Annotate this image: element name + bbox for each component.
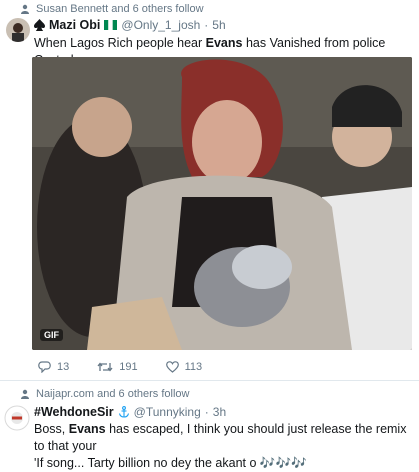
social-context: Naijapr.com and 6 others follow <box>20 388 189 400</box>
text-bold: Evans <box>205 36 243 50</box>
avatar-image <box>6 18 30 42</box>
social-context-text: Naijapr.com and 6 others follow <box>36 388 190 400</box>
nigeria-flag-icon <box>104 20 118 30</box>
person-icon <box>21 4 29 14</box>
tweet-text: Boss, Evans has escaped, I think you sho… <box>34 421 416 472</box>
like-icon <box>165 361 179 373</box>
tweet-text-line: 'If song... Tarty billion no dey the aka… <box>34 455 416 472</box>
retweet-icon <box>97 362 113 372</box>
like-count: 113 <box>184 361 203 373</box>
gif-media[interactable]: GIF <box>32 57 412 350</box>
person-icon <box>21 389 29 399</box>
display-name[interactable]: Mazi Obi <box>49 18 100 32</box>
tweet-divider <box>0 380 419 381</box>
avatar[interactable] <box>6 18 30 42</box>
reply-icon <box>38 361 51 373</box>
tweet-text-line: Boss, Evans has escaped, I think you sho… <box>34 421 416 455</box>
tweet-header: Mazi Obi @Only_1_josh · 5h <box>34 18 226 32</box>
timestamp[interactable]: 5h <box>212 18 225 32</box>
gif-frame-image <box>32 57 412 350</box>
handle[interactable]: @Tunnyking <box>134 405 201 419</box>
retweet-count: 191 <box>119 361 138 373</box>
like-button[interactable]: 113 <box>165 361 203 373</box>
handle[interactable]: @Only_1_josh <box>121 18 200 32</box>
reply-count: 13 <box>57 361 70 373</box>
text-segment: When Lagos Rich people hear <box>34 36 206 50</box>
retweet-button[interactable]: 191 <box>97 361 138 373</box>
social-context: Susan Bennett and 6 others follow <box>20 3 204 15</box>
reply-button[interactable]: 13 <box>38 361 69 373</box>
text-segment: Boss, <box>34 422 69 436</box>
music-notes-icon: 🎶🎶🎶 <box>259 456 307 470</box>
avatar-image <box>4 405 30 431</box>
text-segment: 'If song... Tarty billion no dey the aka… <box>34 456 260 470</box>
separator: · <box>204 18 209 32</box>
timestamp[interactable]: 3h <box>213 405 226 419</box>
tweet-header: #WehdoneSir @Tunnyking · 3h <box>34 405 226 419</box>
avatar[interactable] <box>4 405 30 431</box>
tweet-actions: 13 191 113 <box>38 361 230 373</box>
text-bold: Evans <box>68 422 106 436</box>
spade-icon <box>34 19 45 31</box>
social-context-text: Susan Bennett and 6 others follow <box>36 3 204 15</box>
display-name[interactable]: #WehdoneSir <box>34 405 114 419</box>
separator: · <box>204 405 209 419</box>
anchor-icon <box>118 406 129 418</box>
gif-badge: GIF <box>40 329 63 341</box>
